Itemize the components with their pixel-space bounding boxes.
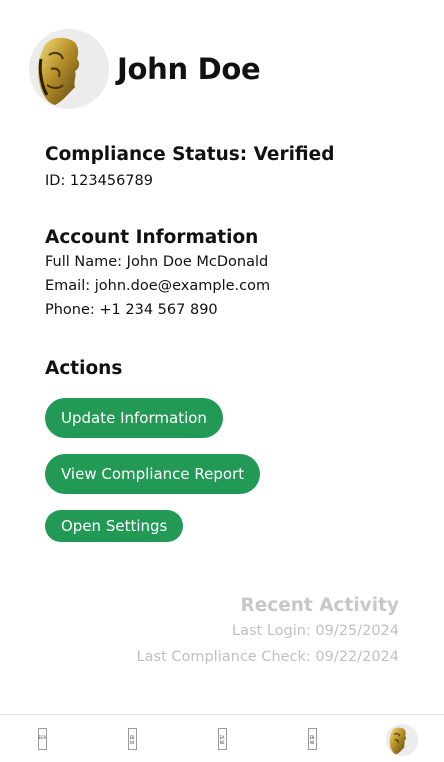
profile-avatar-icon xyxy=(386,724,418,756)
recent-activity-heading: Recent Activity xyxy=(240,595,399,616)
missing-glyph-icon: EC84 xyxy=(37,728,47,750)
nav-item-1[interactable]: EC84 xyxy=(26,725,58,753)
nav-item-4[interactable]: EB A6 xyxy=(296,725,328,753)
user-name: John Doe xyxy=(117,52,261,86)
update-information-button[interactable]: Update Information xyxy=(45,398,223,438)
profile-header: John Doe xyxy=(29,29,261,109)
missing-glyph-icon: EB A6 xyxy=(307,728,317,750)
full-name-text: Full Name: John Doe McDonald xyxy=(45,254,269,270)
missing-glyph-icon: EA 06 xyxy=(217,728,227,750)
email-text: Email: john.doe@example.com xyxy=(45,278,271,294)
actions-heading: Actions xyxy=(45,358,123,379)
nav-item-profile[interactable] xyxy=(385,723,419,757)
phone-text: Phone: +1 234 567 890 xyxy=(45,302,218,318)
recent-activity-section: Recent Activity Last Login: 09/25/2024 L… xyxy=(137,594,399,670)
last-compliance-check-text: Last Compliance Check: 09/22/2024 xyxy=(136,649,399,665)
compliance-status: Compliance Status: Verified xyxy=(45,144,335,165)
view-compliance-report-button[interactable]: View Compliance Report xyxy=(45,454,261,494)
actions-section: Actions Update Information View Complian… xyxy=(45,357,261,542)
account-information-section: Account Information Full Name: John Doe … xyxy=(45,226,270,322)
compliance-id: ID: 123456789 xyxy=(45,173,153,189)
gold-mask-avatar-icon xyxy=(29,29,109,109)
last-login-text: Last Login: 09/25/2024 xyxy=(232,623,399,639)
profile-screen: John Doe Compliance Status: Verified ID:… xyxy=(0,0,444,762)
nav-item-2[interactable]: ED A4 xyxy=(116,725,148,753)
missing-glyph-icon: ED A4 xyxy=(127,728,137,750)
compliance-section: Compliance Status: Verified ID: 12345678… xyxy=(45,143,334,193)
nav-item-3[interactable]: EA 06 xyxy=(206,725,238,753)
bottom-navigation: EC84 ED A4 EA 06 EB A6 xyxy=(0,714,444,762)
account-information-heading: Account Information xyxy=(45,227,259,248)
avatar[interactable] xyxy=(29,29,109,109)
open-settings-button[interactable]: Open Settings xyxy=(45,510,184,542)
